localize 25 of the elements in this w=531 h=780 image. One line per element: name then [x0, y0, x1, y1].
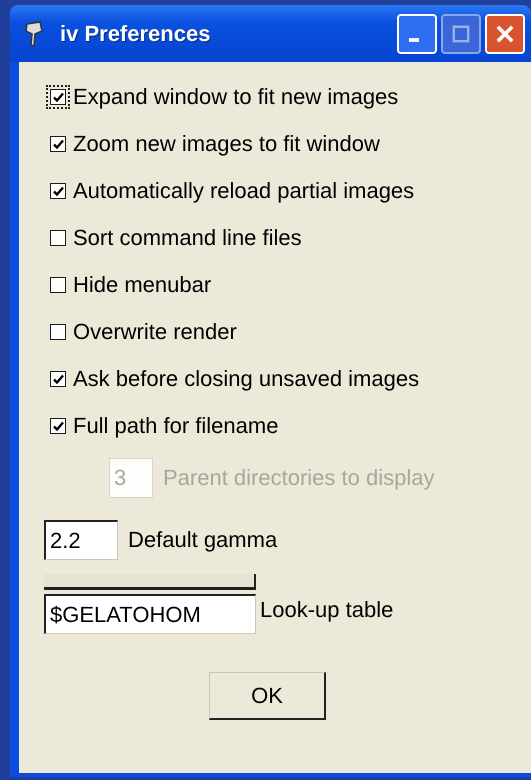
lookup-table-field[interactable]: $GELATOHOM	[44, 594, 256, 634]
option-label[interactable]: Sort command line files	[73, 225, 302, 251]
option-label[interactable]: Full path for filename	[73, 413, 278, 439]
checkmark-icon	[52, 420, 64, 432]
option-label[interactable]: Ask before closing unsaved images	[73, 366, 420, 392]
field-label: Default gamma	[128, 527, 278, 553]
option-label[interactable]: Zoom new images to fit window	[73, 131, 380, 157]
checkmark-icon	[52, 184, 64, 198]
option-label[interactable]: Overwrite render	[73, 319, 237, 345]
field-label: Parent directories to display	[163, 465, 434, 491]
checkmark-icon	[52, 372, 64, 386]
ok-button[interactable]: OK	[209, 672, 326, 720]
window-title: iv Preferences	[60, 20, 212, 46]
option-label[interactable]: Hide menubar	[73, 272, 212, 298]
option-label[interactable]: Expand window to fit new images	[73, 84, 398, 110]
close-button[interactable]	[485, 14, 525, 54]
minimize-icon	[409, 38, 419, 42]
gamma-field[interactable]: 2.2	[44, 520, 118, 560]
app-icon	[24, 20, 44, 46]
option-label[interactable]: Automatically reload partial images	[73, 178, 414, 204]
checkmark-icon	[52, 138, 64, 150]
checkmark-icon	[52, 90, 64, 104]
checkbox[interactable]	[46, 85, 70, 109]
field-label: Look-up table	[260, 597, 394, 623]
minimize-button[interactable]	[397, 14, 437, 54]
